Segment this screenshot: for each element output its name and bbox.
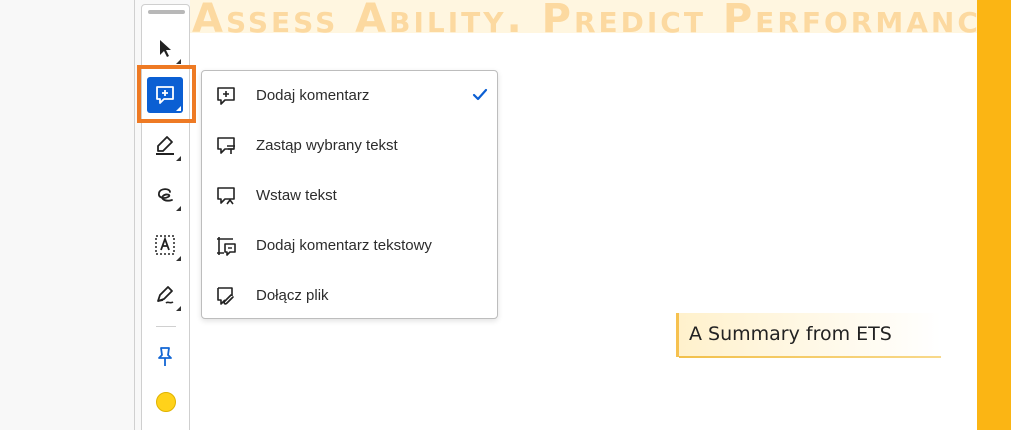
arrow-cursor-icon xyxy=(160,40,171,57)
insert-text-icon xyxy=(217,187,235,205)
tool-menu-indicator xyxy=(176,306,181,311)
banner-text: Assess Ability. Predict Performance. xyxy=(192,0,977,33)
pin-tool-button[interactable] xyxy=(147,339,183,375)
checkmark-icon xyxy=(472,88,488,101)
page-accent-strip xyxy=(977,0,1011,430)
tool-menu-indicator xyxy=(176,106,181,111)
menu-item-text-comment[interactable]: Dodaj komentarz tekstowy xyxy=(202,221,497,271)
highlight-tool-button[interactable] xyxy=(147,127,183,163)
left-panel-background xyxy=(0,0,135,430)
add-comment-tool-button[interactable] xyxy=(147,77,183,113)
menu-item-attach-file[interactable]: Dołącz plik xyxy=(202,271,497,321)
tool-menu-indicator xyxy=(176,156,181,161)
viewport: Assess Ability. Predict Performance. A S… xyxy=(0,0,1011,430)
color-picker-swatch[interactable] xyxy=(156,392,176,412)
tool-menu-indicator xyxy=(176,256,181,261)
pin-icon xyxy=(158,347,172,366)
comment-plus-icon xyxy=(217,87,235,105)
add-comment-menu: Dodaj komentarz Zastąp wybrany tekst Wst… xyxy=(201,70,498,319)
replace-text-icon xyxy=(217,137,235,154)
comment-toolbar xyxy=(141,4,190,430)
summary-label: A Summary from ETS xyxy=(689,323,892,345)
comment-plus-icon xyxy=(156,86,174,104)
menu-item-add-comment[interactable]: Dodaj komentarz xyxy=(202,71,497,121)
tool-menu-indicator xyxy=(176,59,181,64)
menu-item-label: Dodaj komentarz tekstowy xyxy=(256,237,432,254)
toolbar-grip[interactable] xyxy=(148,10,185,14)
toolbar-separator xyxy=(156,326,176,327)
menu-item-label: Dodaj komentarz xyxy=(256,87,370,104)
text-box-tool-button[interactable] xyxy=(147,227,183,263)
attach-file-icon xyxy=(217,287,234,305)
menu-item-label: Zastąp wybrany tekst xyxy=(256,137,398,154)
highlighter-icon xyxy=(156,136,174,155)
sign-tool-button[interactable] xyxy=(147,277,183,313)
tool-menu-indicator xyxy=(176,206,181,211)
pen-sign-icon xyxy=(157,286,174,304)
menu-item-label: Dołącz plik xyxy=(256,287,329,304)
select-tool-button[interactable] xyxy=(147,30,183,66)
menu-item-replace-text[interactable]: Zastąp wybrany tekst xyxy=(202,121,497,171)
menu-item-insert-text[interactable]: Wstaw tekst xyxy=(202,171,497,221)
draw-tool-button[interactable] xyxy=(147,177,183,213)
menu-item-label: Wstaw tekst xyxy=(256,187,337,204)
summary-callout: A Summary from ETS xyxy=(676,313,941,358)
document-banner: Assess Ability. Predict Performance. xyxy=(190,0,977,33)
text-box-icon xyxy=(155,235,175,255)
freehand-loop-icon xyxy=(158,188,173,202)
text-comment-icon xyxy=(217,237,236,256)
